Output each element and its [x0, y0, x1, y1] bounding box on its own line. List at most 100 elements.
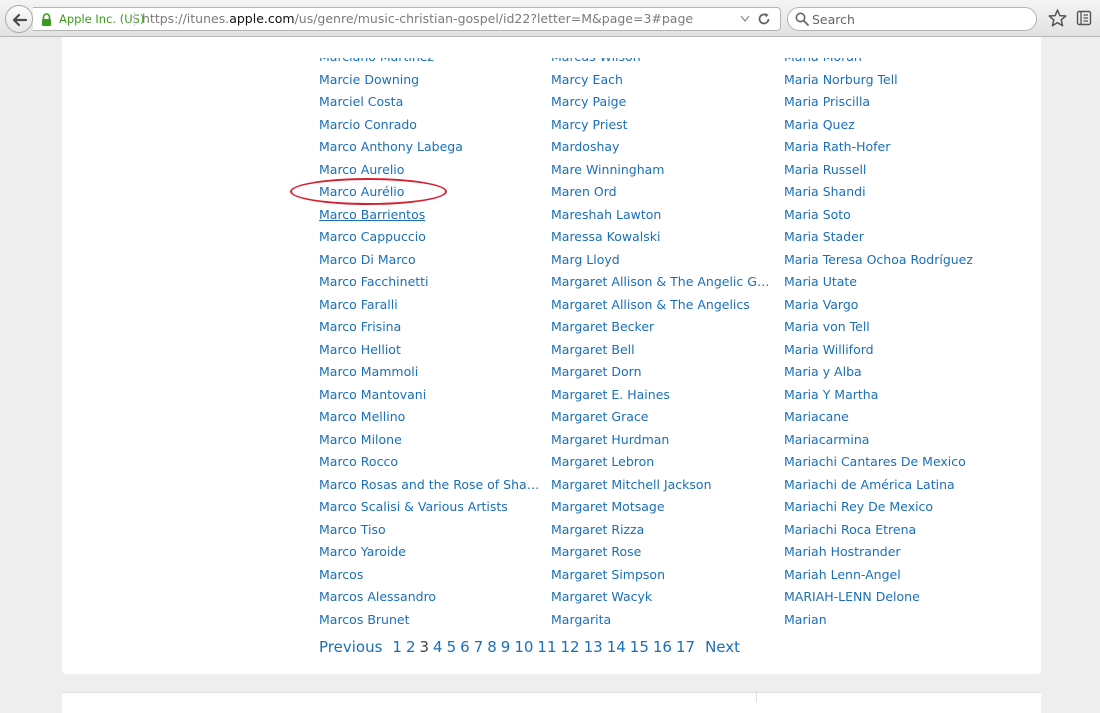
artist-link[interactable]: Mariachi de América Latina: [784, 477, 955, 492]
artist-link[interactable]: Maria Soto: [784, 207, 851, 222]
artist-link[interactable]: Margaret Lebron: [551, 454, 654, 469]
artist-link[interactable]: Margaret Wacyk: [551, 589, 652, 604]
artist-link[interactable]: Maria y Alba: [784, 364, 862, 379]
artist-link[interactable]: Margaret Hurdman: [551, 432, 669, 447]
artist-link[interactable]: Maria Norburg Tell: [784, 72, 898, 87]
page-link-8[interactable]: 8: [487, 638, 497, 656]
artist-link[interactable]: Marco Scalisi & Various Artists: [319, 499, 508, 514]
artist-link[interactable]: Margaret Grace: [551, 409, 648, 424]
artist-link[interactable]: Marco Mantovani: [319, 387, 426, 402]
bookmarks-menu-icon[interactable]: [1076, 10, 1092, 26]
artist-link[interactable]: Marco Helliot: [319, 342, 401, 357]
artist-link[interactable]: Mariacane: [784, 409, 849, 424]
artist-link[interactable]: Marcos Alessandro: [319, 589, 436, 604]
url-text[interactable]: https://itunes.apple.com/us/genre/music-…: [142, 8, 693, 30]
address-bar[interactable]: Apple Inc. (US) https://itunes.apple.com…: [33, 7, 781, 31]
artist-link[interactable]: Mare Winningham: [551, 162, 664, 177]
back-button[interactable]: [5, 5, 33, 33]
artist-link[interactable]: Marco Cappuccio: [319, 229, 426, 244]
page-link-11[interactable]: 11: [537, 638, 556, 656]
artist-link[interactable]: Mareshah Lawton: [551, 207, 661, 222]
artist-link[interactable]: Marco Aurélio: [319, 184, 404, 199]
artist-link[interactable]: Marcy Priest: [551, 117, 628, 132]
highlighted-artist-link[interactable]: Marco Barrientos: [319, 207, 425, 222]
page-link-12[interactable]: 12: [561, 638, 580, 656]
reload-icon[interactable]: [757, 12, 771, 26]
page-link-13[interactable]: 13: [584, 638, 603, 656]
chevron-down-icon[interactable]: [740, 15, 750, 23]
artist-link[interactable]: Marciano Martinez: [319, 58, 434, 64]
artist-link[interactable]: Maria Williford: [784, 342, 874, 357]
artist-link[interactable]: Marg Lloyd: [551, 252, 620, 267]
artist-link[interactable]: Margaret Rizza: [551, 522, 644, 537]
artist-link[interactable]: Margaret Allison & The Angelic Gospel Si…: [551, 274, 773, 289]
artist-link[interactable]: Marco Rocco: [319, 454, 398, 469]
artist-link[interactable]: Mariah Lenn-Angel: [784, 567, 901, 582]
artist-link[interactable]: Margaret Motsage: [551, 499, 665, 514]
artist-link[interactable]: Mariacarmina: [784, 432, 869, 447]
artist-link[interactable]: Margaret Bell: [551, 342, 635, 357]
page-link-16[interactable]: 16: [653, 638, 672, 656]
artist-link[interactable]: Maria Stader: [784, 229, 864, 244]
artist-link[interactable]: Marcy Paige: [551, 94, 626, 109]
artist-link[interactable]: Maren Ord: [551, 184, 617, 199]
artist-link[interactable]: Marcio Conrado: [319, 117, 417, 132]
artist-link[interactable]: Mariachi Roca Etrena: [784, 522, 916, 537]
artist-link[interactable]: Marco Tiso: [319, 522, 386, 537]
artist-link[interactable]: MARIAH-LENN Delone: [784, 589, 920, 604]
page-link-15[interactable]: 15: [630, 638, 649, 656]
page-link-4[interactable]: 4: [433, 638, 443, 656]
artist-link[interactable]: Mariachi Cantares De Mexico: [784, 454, 966, 469]
page-link-5[interactable]: 5: [447, 638, 457, 656]
page-link-6[interactable]: 6: [460, 638, 470, 656]
page-link-10[interactable]: 10: [514, 638, 533, 656]
search-bar[interactable]: [787, 7, 1037, 31]
page-link-7[interactable]: 7: [474, 638, 484, 656]
page-link-9[interactable]: 9: [501, 638, 511, 656]
artist-link[interactable]: Maria Teresa Ochoa Rodríguez: [784, 252, 973, 267]
artist-link[interactable]: Maria Shandi: [784, 184, 866, 199]
artist-link[interactable]: Marco Aurelio: [319, 162, 404, 177]
next-page-link[interactable]: Next: [705, 638, 740, 656]
artist-link[interactable]: Marco Mammoli: [319, 364, 418, 379]
page-link-14[interactable]: 14: [607, 638, 626, 656]
artist-link[interactable]: Marco Di Marco: [319, 252, 416, 267]
artist-link[interactable]: Marco Yaroide: [319, 544, 406, 559]
artist-link[interactable]: Mariah Hostrander: [784, 544, 901, 559]
artist-link[interactable]: Mariachi Rey De Mexico: [784, 499, 933, 514]
artist-link[interactable]: Marco Rosas and the Rose of Sharon: [319, 477, 541, 492]
artist-link[interactable]: Maria Vargo: [784, 297, 858, 312]
artist-link[interactable]: Margaret E. Haines: [551, 387, 670, 402]
artist-link[interactable]: Marcus Wilson: [551, 58, 641, 64]
site-identity[interactable]: Apple Inc. (US): [59, 8, 144, 30]
page-link-17[interactable]: 17: [676, 638, 695, 656]
artist-link[interactable]: Margarita: [551, 612, 611, 627]
artist-link[interactable]: Marcos Brunet: [319, 612, 409, 627]
artist-link[interactable]: Maria Priscilla: [784, 94, 870, 109]
artist-link[interactable]: Marian: [784, 612, 827, 627]
artist-link[interactable]: Margaret Dorn: [551, 364, 642, 379]
artist-link[interactable]: Marco Faralli: [319, 297, 398, 312]
search-input[interactable]: [812, 9, 1022, 29]
artist-link[interactable]: Marciel Costa: [319, 94, 403, 109]
artist-link[interactable]: Maria Rath-Hofer: [784, 139, 890, 154]
page-link-2[interactable]: 2: [406, 638, 416, 656]
artist-link[interactable]: Maria Utate: [784, 274, 857, 289]
artist-link[interactable]: Maria von Tell: [784, 319, 870, 334]
artist-link[interactable]: Marcy Each: [551, 72, 623, 87]
page-link-1[interactable]: 1: [392, 638, 402, 656]
artist-link[interactable]: Maria Russell: [784, 162, 866, 177]
artist-link[interactable]: Marco Frisina: [319, 319, 401, 334]
artist-link[interactable]: Marco Milone: [319, 432, 402, 447]
artist-link[interactable]: Marcos: [319, 567, 363, 582]
artist-link[interactable]: Margaret Becker: [551, 319, 654, 334]
artist-link[interactable]: Marco Anthony Labega: [319, 139, 463, 154]
artist-link[interactable]: Mardoshay: [551, 139, 619, 154]
artist-link[interactable]: Margaret Simpson: [551, 567, 665, 582]
previous-page-link[interactable]: Previous: [319, 638, 382, 656]
artist-link[interactable]: Marco Facchinetti: [319, 274, 429, 289]
artist-link[interactable]: Margaret Allison & The Angelics: [551, 297, 750, 312]
bookmark-star-icon[interactable]: [1048, 9, 1067, 27]
artist-link[interactable]: Maria Moran: [784, 58, 862, 64]
artist-link[interactable]: Maria Quez: [784, 117, 855, 132]
